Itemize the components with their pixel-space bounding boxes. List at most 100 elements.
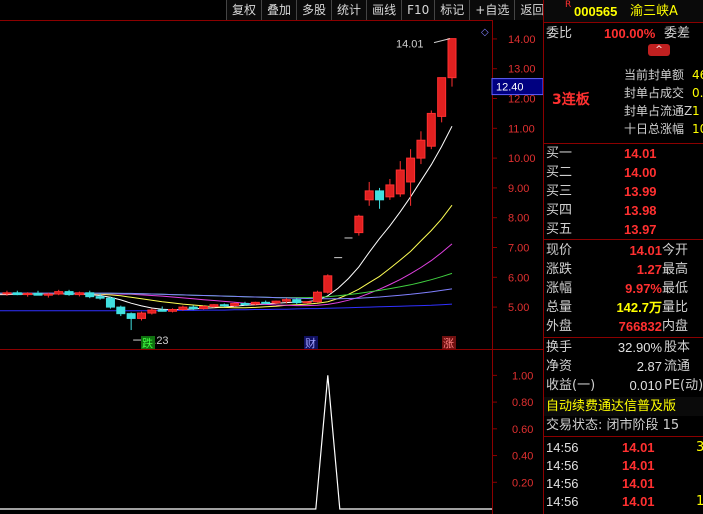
tick-volume: 3 xyxy=(696,440,703,455)
candle-body xyxy=(219,304,229,307)
stat-value: 0.010 xyxy=(629,378,662,393)
quote-value: 142.7万 xyxy=(616,300,662,315)
quote-panel: R 000565 渝三峡A 委比 100.00% 委差 ^ 当前封单额 46 封单占… xyxy=(543,0,703,514)
indicator-tick-label: 0.60 xyxy=(512,424,533,436)
ad-banner[interactable]: 自动续费通达信普及版 xyxy=(544,397,703,416)
candle-body xyxy=(323,275,333,293)
candle-body xyxy=(116,306,126,315)
candle-body xyxy=(199,306,209,310)
trade-status-row: 交易状态: 闭市阶段 15 xyxy=(544,416,703,435)
toolbar-button-5[interactable]: F10 xyxy=(401,0,435,20)
seal-row: 十日总涨幅 10 xyxy=(544,120,703,139)
candle-body xyxy=(95,296,105,299)
seal-row: 当前封单额 46 xyxy=(544,66,703,85)
price-tick-label: 9.00 xyxy=(508,183,529,195)
ma-line-0 xyxy=(0,125,453,311)
stat-label: 收益(一) xyxy=(546,378,596,393)
toolbar-button-2[interactable]: 多股 xyxy=(296,0,332,20)
candle-body xyxy=(137,312,146,319)
seal-value: 46 xyxy=(692,68,703,82)
candle-body xyxy=(178,306,188,310)
candle-body xyxy=(385,184,395,198)
buy-price: 13.98 xyxy=(624,203,657,218)
high-label: 14.01 xyxy=(396,39,424,51)
stat-value: 32.90% xyxy=(617,340,662,355)
price-tick-label: 5.00 xyxy=(508,302,529,314)
candle-body xyxy=(312,291,322,303)
candle-body xyxy=(64,291,74,296)
buy-row: 买二 14.00 xyxy=(544,163,703,182)
candle-body xyxy=(416,139,426,159)
toolbar-button-7[interactable]: +自选 xyxy=(469,0,515,20)
buy-row: 买一 14.01 xyxy=(544,144,703,163)
toolbar-button-1[interactable]: 叠加 xyxy=(261,0,297,20)
event-marker: 涨 xyxy=(443,337,454,350)
ad-text: 自动续费通达信普及版 xyxy=(546,399,677,414)
candle-body xyxy=(395,169,405,195)
candle-body xyxy=(354,215,364,234)
toolbar-button-6[interactable]: 标记 xyxy=(434,0,470,20)
weibi-label: 委比 xyxy=(546,26,573,41)
toolbar-button-0[interactable]: 复权 xyxy=(226,0,262,20)
stat-row: 换手 32.90% 股本 xyxy=(544,338,703,357)
buy-price: 13.99 xyxy=(624,184,657,199)
quote-row: 外盘 766832 内盘 xyxy=(544,317,703,336)
indicator-tick-label: 0.20 xyxy=(512,477,533,489)
quote-row: 涨幅 9.97% 最低 xyxy=(544,279,703,298)
quote-label-2: 量比 xyxy=(662,300,689,315)
tick-price: 14.01 xyxy=(622,494,655,509)
price-tick-label: 11.00 xyxy=(508,123,535,135)
stat-label-2: 流通 xyxy=(664,359,691,374)
seal-label: 封单占成交 xyxy=(624,86,685,100)
event-marker: 财 xyxy=(305,336,316,350)
quote-label: 涨跌 xyxy=(546,262,573,277)
quote-label: 总量 xyxy=(546,300,573,315)
candle-body xyxy=(147,309,157,314)
quote-value: 766832 xyxy=(618,319,662,334)
seal-value: 10 xyxy=(692,122,703,136)
candle-body xyxy=(168,308,178,312)
candle-body xyxy=(281,299,291,302)
toolbar-button-3[interactable]: 统计 xyxy=(331,0,367,20)
collapse-icon[interactable]: ^ xyxy=(648,44,670,56)
candle-body xyxy=(33,292,43,296)
seal-label: 当前封单额 xyxy=(624,68,685,82)
tick-row: 14:56 14.01 3 xyxy=(544,438,703,457)
price-tick-label: 7.00 xyxy=(508,243,529,255)
stat-row: 净资 2.87 流通 xyxy=(544,357,703,376)
quote-value: 9.97% xyxy=(625,281,662,296)
tick-time: 14:56 xyxy=(546,476,579,491)
stock-name: 渝三峡A xyxy=(630,4,678,19)
indicator-tick-label: 0.80 xyxy=(512,397,533,409)
trade-status: 交易状态: 闭市阶段 15 xyxy=(546,418,680,433)
buy-label: 买三 xyxy=(546,184,573,199)
candle-body xyxy=(230,303,240,307)
stock-header[interactable]: R 000565 渝三峡A xyxy=(544,0,703,22)
candle-body xyxy=(74,292,84,296)
r-badge: R xyxy=(565,0,572,10)
candle-body xyxy=(43,293,53,296)
quote-value: 1.27 xyxy=(636,262,662,277)
quote-label-2: 最低 xyxy=(662,281,689,296)
quote-row: 总量 142.7万 量比 xyxy=(544,298,703,317)
seal-value: 0. xyxy=(692,86,703,100)
diamond-icon: ◇ xyxy=(481,27,489,38)
current-price-label: 12.40 xyxy=(496,82,524,94)
buy-row: 买三 13.99 xyxy=(544,182,703,201)
kline-chart[interactable]: 14.00 13.00 12.00 11.00 10.00 9.00 8.00 7.00 6.0… xyxy=(0,0,543,514)
toolbar-button-4[interactable]: 画线 xyxy=(366,0,402,20)
candle-body xyxy=(157,309,167,312)
candle-body xyxy=(364,190,374,201)
buy-row: 买五 13.97 xyxy=(544,220,703,239)
candle-body xyxy=(12,292,22,296)
weibi-value: 100.00% xyxy=(604,26,656,41)
candle-body xyxy=(292,299,302,304)
candle-body xyxy=(302,301,312,304)
candle-body xyxy=(406,157,416,183)
chart-toolbar: 复权 叠加 多股 统计 画线 F10 标记 +自选 返回 xyxy=(226,0,550,20)
candle-body xyxy=(271,300,281,304)
candle-body xyxy=(209,304,219,308)
buy-label: 买五 xyxy=(546,222,573,237)
price-tick-label: 6.00 xyxy=(508,272,529,284)
stock-code: 000565 xyxy=(574,4,618,19)
